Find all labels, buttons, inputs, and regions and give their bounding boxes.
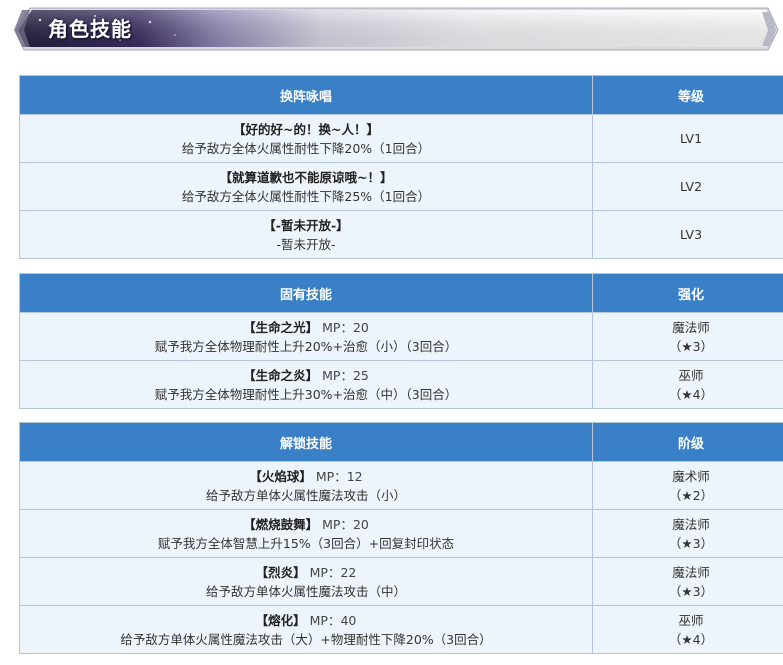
class-name: 巫师 [678,367,704,383]
column-header-skill: 解锁技能 [19,422,593,462]
skill-cell: 【火焰球】 MP：12 给予敌方单体火属性魔法攻击（小） [19,461,593,510]
skill-description: 给予敌方单体火属性魔法攻击（大）+物理耐性下降20%（3回合） [120,631,492,647]
skill-mp: MP：20 [322,319,369,335]
skill-name: 【烈炎】 [255,564,306,580]
star-rank: （★4） [668,631,714,647]
skill-description: 给予敌方全体火属性耐性下降20%（1回合） [181,140,431,156]
table-row: 【就算道歉也不能原谅哦~！】 给予敌方全体火属性耐性下降25%（1回合） LV2 [19,162,783,211]
star-rank: （★3） [668,535,714,551]
unlock-skill-table: 解锁技能 阶级 【火焰球】 MP：12 给予敌方单体火属性魔法攻击（小） 魔术师… [19,422,783,654]
column-header-level: 等级 [592,75,783,115]
skill-name: 【就算道歉也不能原谅哦~！】 [219,169,393,185]
class-name: 巫师 [678,612,704,628]
skill-description: -暂未开放- [276,236,336,252]
class-cell: 魔法师 （★3） [592,509,783,558]
skill-name: 【熔化】 [255,612,306,628]
skill-description: 赋予我方全体物理耐性上升30%+治愈（中）（3回合） [154,386,458,402]
switch-chant-table: 换阵咏唱 等级 【好的好~的！换~人！】 给予敌方全体火属性耐性下降20%（1回… [19,75,783,259]
banner-title: 角色技能 [48,17,132,41]
column-header-skill: 换阵咏唱 [19,75,593,115]
skill-cell: 【就算道歉也不能原谅哦~！】 给予敌方全体火属性耐性下降25%（1回合） [19,162,593,211]
skill-cell: 【好的好~的！换~人！】 给予敌方全体火属性耐性下降20%（1回合） [19,114,593,163]
class-name: 魔法师 [672,516,710,532]
table-row: 【好的好~的！换~人！】 给予敌方全体火属性耐性下降20%（1回合） LV1 [19,114,783,163]
table-row: 【火焰球】 MP：12 给予敌方单体火属性魔法攻击（小） 魔术师 （★2） [19,461,783,510]
skill-name: 【生命之炎】 [243,367,319,383]
level-cell: LV1 [592,114,783,163]
skill-mp: MP：20 [322,516,369,532]
class-name: 魔法师 [672,319,710,335]
star-rank: （★3） [668,583,714,599]
skill-cell: 【烈炎】 MP：22 给予敌方单体火属性魔法攻击（中） [19,557,593,606]
class-cell: 魔法师 （★3） [592,557,783,606]
skill-cell: 【熔化】 MP：40 给予敌方单体火属性魔法攻击（大）+物理耐性下降20%（3回… [19,605,593,654]
skill-cell: 【燃烧鼓舞】 MP：20 赋予我方全体智慧上升15%（3回合）+回复封印状态 [19,509,593,558]
skill-description: 给予敌方全体火属性耐性下降25%（1回合） [181,188,431,204]
skill-cell: 【-暂未开放-】 -暂未开放- [19,210,593,259]
class-cell: 魔术师 （★2） [592,461,783,510]
class-name: 魔术师 [672,468,710,484]
skill-name: 【好的好~的！换~人！】 [233,121,379,137]
column-header-enhance: 强化 [592,273,783,313]
class-cell: 巫师 （★4） [592,360,783,409]
innate-skill-table: 固有技能 强化 【生命之光】 MP：20 赋予我方全体物理耐性上升20%+治愈（… [19,273,783,409]
table-header-row: 换阵咏唱 等级 [19,75,783,115]
class-cell: 巫师 （★4） [592,605,783,654]
level-cell: LV2 [592,162,783,211]
table-row: 【熔化】 MP：40 给予敌方单体火属性魔法攻击（大）+物理耐性下降20%（3回… [19,605,783,654]
skill-mp: MP：22 [309,564,357,580]
skill-name: 【生命之光】 [243,319,319,335]
table-row: 【燃烧鼓舞】 MP：20 赋予我方全体智慧上升15%（3回合）+回复封印状态 魔… [19,509,783,558]
table-header-row: 解锁技能 阶级 [19,422,783,462]
skill-name: 【-暂未开放-】 [263,217,349,233]
skill-cell: 【生命之炎】 MP：25 赋予我方全体物理耐性上升30%+治愈（中）（3回合） [19,360,593,409]
skill-name: 【燃烧鼓舞】 [243,516,319,532]
table-header-row: 固有技能 强化 [19,273,783,313]
skill-mp: MP：12 [315,468,363,484]
skill-description: 赋予我方全体智慧上升15%（3回合）+回复封印状态 [157,535,455,551]
column-header-skill: 固有技能 [19,273,593,313]
class-name: 魔法师 [672,564,710,580]
skill-description: 给予敌方单体火属性魔法攻击（中） [205,583,406,599]
column-header-rank: 阶级 [592,422,783,462]
level-cell: LV3 [592,210,783,259]
skill-cell: 【生命之光】 MP：20 赋予我方全体物理耐性上升20%+治愈（小）（3回合） [19,312,593,361]
table-row: 【-暂未开放-】 -暂未开放- LV3 [19,210,783,259]
star-rank: （★4） [668,386,714,402]
skill-name: 【火焰球】 [249,468,312,484]
table-row: 【生命之光】 MP：20 赋予我方全体物理耐性上升20%+治愈（小）（3回合） … [19,312,783,361]
skill-mp: MP：40 [309,612,357,628]
skill-description: 给予敌方单体火属性魔法攻击（小） [205,487,406,503]
skill-description: 赋予我方全体物理耐性上升20%+治愈（小）（3回合） [154,338,458,354]
star-rank: （★3） [668,338,714,354]
table-row: 【生命之炎】 MP：25 赋予我方全体物理耐性上升30%+治愈（中）（3回合） … [19,360,783,409]
class-cell: 魔法师 （★3） [592,312,783,361]
star-rank: （★2） [668,487,714,503]
table-row: 【烈炎】 MP：22 给予敌方单体火属性魔法攻击（中） 魔法师 （★3） [19,557,783,606]
skill-mp: MP：25 [322,367,369,383]
section-banner: 角色技能 [0,0,783,56]
